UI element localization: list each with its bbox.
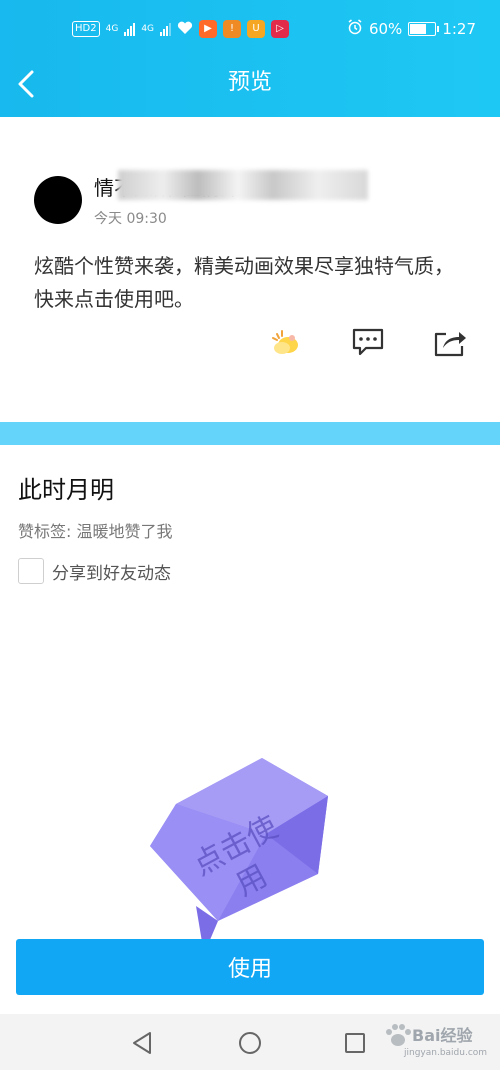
heart-rate-icon: [177, 21, 193, 38]
animated-like-icon: [272, 330, 298, 354]
uc-app-icon: U: [247, 20, 266, 38]
like-style-title: 此时月明: [18, 476, 114, 504]
battery-icon: [408, 22, 440, 36]
comment-button[interactable]: [350, 326, 386, 358]
media-app-icon: ▷: [271, 20, 290, 38]
baidu-watermark: Bai经验 jingyan.baidu.com: [382, 1020, 500, 1066]
signal-icon: [124, 22, 136, 36]
share-checkbox[interactable]: [18, 558, 44, 584]
share-button[interactable]: [432, 326, 468, 358]
top-bar: HD2 4G 4G ▶ ! U ▷ 60% 1:27 预览: [0, 0, 500, 117]
share-checkbox-label[interactable]: 分享到好友动态: [52, 559, 171, 584]
status-time: 1:27: [442, 20, 476, 38]
alarm-icon: [347, 19, 363, 39]
status-bar: HD2 4G 4G ▶ ! U ▷ 60% 1:27: [0, 0, 500, 60]
signal-1-label: 4G: [105, 24, 119, 34]
signal-2-icon: [160, 22, 172, 36]
status-right: 60% 1:27: [347, 18, 476, 40]
circle-home-icon: [239, 1032, 261, 1054]
like-tag: 赞标签: 温暖地赞了我: [18, 522, 173, 541]
like-button[interactable]: [268, 326, 304, 358]
triangle-back-icon: [133, 1032, 151, 1054]
post-time: 今天 09:30: [94, 211, 167, 227]
status-left: HD2 4G 4G ▶ ! U ▷: [72, 18, 290, 40]
square-recent-icon: [345, 1033, 365, 1053]
nav-recent-button[interactable]: [340, 1028, 370, 1058]
post-text: 炫酷个性赞来袭，精美动画效果尽享独特气质，快来点击使用吧。: [34, 254, 454, 311]
video-app-icon: ▶: [199, 20, 218, 38]
battery-app-icon: !: [223, 20, 242, 38]
nav-back-button[interactable]: [128, 1028, 158, 1058]
section-divider: [0, 422, 500, 445]
paw-logo-icon: [386, 1024, 411, 1046]
page-title: 预览: [227, 70, 272, 95]
battery-percent: 60%: [368, 20, 403, 38]
use-button[interactable]: 使用: [16, 939, 484, 995]
signal-2-label: 4G: [141, 24, 155, 34]
purple-bubble-decoration: 点击使 用: [146, 756, 332, 956]
nav-home-button[interactable]: [235, 1028, 265, 1058]
name-mosaic: [118, 170, 368, 200]
hd-badge: HD2: [72, 21, 100, 37]
comment-icon: [352, 328, 384, 356]
watermark-url: jingyan.baidu.com: [404, 1048, 488, 1058]
avatar: [34, 176, 82, 224]
watermark-title: Bai经验: [412, 1026, 473, 1045]
share-icon: [434, 332, 466, 357]
